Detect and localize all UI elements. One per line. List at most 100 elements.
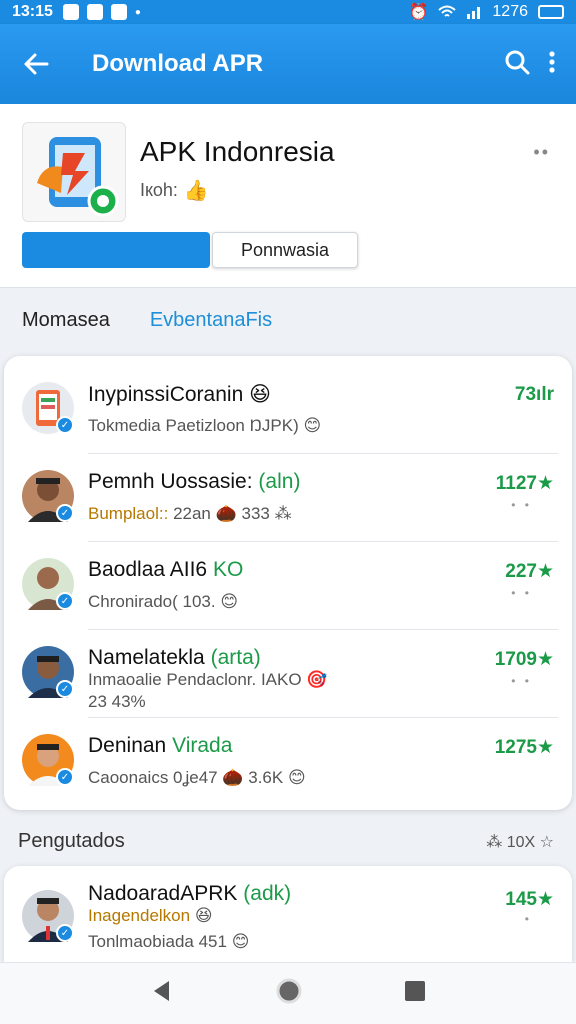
app-header: APK Indonresia Iкoh: 👍 •• Ponnwasia: [0, 104, 576, 288]
list-item-sub-text: Caoonaics 0ʝe47: [88, 768, 218, 787]
list-item-sub-extra: 22an: [173, 504, 211, 523]
verified-badge-icon: ✓: [56, 680, 74, 698]
more-dots-icon[interactable]: •: [525, 912, 532, 926]
list-item-tag: Virada: [172, 734, 233, 757]
list-item-sub: Inmaoalie Pendaclonr. IAKO 🎯: [88, 670, 327, 690]
list-item-sub-text: Tokmedia Paetizloon ŊJPK): [88, 416, 299, 435]
status-bar: 13:15 ● ⏰ 1276: [0, 0, 576, 24]
list-item[interactable]: ✓ NadoaradAPRK (adk) Inagendelkon 😆 Tonl…: [4, 874, 572, 962]
emoji-icon: 😊: [303, 416, 322, 435]
list-item-tag: (adk): [243, 882, 292, 905]
list-item[interactable]: ✓ Deninan Virada Caoonaics 0ʝe47 🌰 3.6K …: [4, 718, 572, 806]
list-item-sub-extra: 103.: [182, 592, 216, 611]
list-item-sub: Bumplaol:: 22an 🌰 333 ⁂: [88, 504, 292, 524]
list-card: ✓ InypinssiCoranin 😆 Tokmedia Paetizloon…: [4, 356, 572, 810]
circle-home-icon: [276, 978, 302, 1004]
list-item-name-text: Deninan: [88, 734, 167, 757]
list-item-name-text: Baodlaa AII6: [88, 558, 208, 581]
app-subtitle-text: Iкoh:: [140, 180, 178, 200]
list-item[interactable]: ✓ Pemnh Uossasie: (aln) Bumplaol:: 22an …: [4, 454, 572, 542]
alarm-icon: ⏰: [408, 4, 429, 21]
verified-badge-icon: ✓: [56, 768, 74, 786]
tab-second[interactable]: EvbentanaFis: [110, 309, 272, 332]
list-item-name: InypinssiCoranin 😆: [88, 382, 271, 407]
more-vertical-icon: [549, 50, 555, 73]
nav-recents-button[interactable]: [404, 980, 426, 1007]
list-item-sub-text: Tonlmaobiada: [88, 932, 194, 951]
tab-bar: Momasea EvbentanaFis: [0, 292, 576, 348]
list-item-line2-text: Inagendelkon: [88, 906, 191, 925]
list-item[interactable]: ✓ InypinssiCoranin 😆 Tokmedia Paetizloon…: [4, 366, 572, 454]
list-item-name: Pemnh Uossasie: (aln): [88, 470, 300, 494]
more-notifications-icon: ●: [134, 6, 141, 18]
list-item[interactable]: ✓ Namelatekla (arta) Inmaoalie Pendaclon…: [4, 630, 572, 718]
list-item-sub-extra: 23 43%: [88, 692, 146, 712]
section-meta[interactable]: ⁂ 10X ☆: [486, 832, 554, 852]
emoji-icon: 😊: [231, 932, 250, 951]
list-item-name: Namelatekla (arta): [88, 646, 261, 670]
photo-notification-icon: [62, 4, 79, 20]
list-item-sub: Caoonaics 0ʝe47 🌰 3.6K 😊: [88, 768, 306, 788]
tab-first[interactable]: Momasea: [0, 309, 110, 332]
list-item-rating: 1127★: [495, 473, 554, 494]
list-item-name-text: InypinssiCoranin: [88, 383, 244, 406]
list-item-sub: Tokmedia Paetizloon ŊJPK) 😊: [88, 416, 321, 436]
square-recents-icon: [404, 981, 425, 1001]
header-more-icon[interactable]: ••: [533, 142, 550, 163]
list-item-sub-extra: 451: [198, 932, 227, 951]
list-item-rating: 145★: [505, 889, 554, 910]
search-icon: [505, 50, 530, 74]
app-logo: [22, 122, 126, 222]
list-item-sub: Tonlmaobiada 451 😊: [88, 932, 249, 952]
emoji-icon: 🌰 3.6K 😊: [222, 768, 306, 787]
list-item-name: Baodlaa AII6 KO: [88, 558, 243, 582]
back-button[interactable]: [0, 24, 72, 104]
status-time: 13:15: [12, 3, 53, 20]
system-nav-bar: [0, 962, 576, 1024]
verified-badge-icon: ✓: [56, 592, 74, 610]
list-item[interactable]: ✓ Baodlaa AII6 KO Chronirado( 103. 😊 227…: [4, 542, 572, 630]
messenger-notification-icon: [86, 4, 103, 20]
search-button[interactable]: [504, 49, 530, 80]
list-item-line2: Inagendelkon 😆: [88, 906, 213, 926]
nav-home-button[interactable]: [275, 977, 303, 1010]
more-dots-icon[interactable]: • •: [511, 498, 532, 512]
verified-badge-icon: ✓: [56, 416, 74, 434]
nav-back-button[interactable]: [150, 979, 174, 1008]
wifi-icon: [438, 5, 457, 17]
list-item-name-text: Namelatekla: [88, 646, 205, 669]
verified-badge-icon: ✓: [56, 924, 74, 942]
secondary-button[interactable]: Ponnwasia: [212, 232, 358, 268]
list-item-name-text: Pemnh Uossasie:: [88, 470, 253, 493]
secondary-button-label: Ponnwasia: [240, 239, 330, 260]
download-button[interactable]: [22, 232, 210, 268]
list-item-name-text: NadoaradAPRK: [88, 882, 238, 905]
emoji-icon: 😆: [249, 383, 271, 406]
emoji-icon: 🌰 333 ⁂: [215, 504, 292, 523]
triangle-back-icon: [154, 981, 170, 1001]
more-dots-icon[interactable]: • •: [511, 674, 532, 688]
verified-badge-icon: ✓: [56, 504, 74, 522]
list-item-rating: 73ılr: [514, 384, 554, 405]
signal-icon: [467, 7, 481, 19]
battery-icon: [538, 5, 564, 19]
list-item-tag: (arta): [210, 646, 261, 669]
list-item-sub-text: Chronirado(: [88, 592, 178, 611]
app-bar-title: Download APR: [92, 50, 264, 77]
list-item-sub: Chronirado( 103. 😊: [88, 592, 238, 612]
more-dots-icon[interactable]: • •: [511, 586, 532, 600]
list-item-sub-text: Bumplaol::: [88, 504, 169, 523]
list-item-tag: KO: [212, 558, 244, 581]
app-logo-icon: [37, 137, 119, 217]
list-item-tag: (aln): [258, 470, 301, 493]
emoji-icon: 😆: [194, 906, 213, 925]
thumbs-up-icon: 👍: [183, 180, 209, 202]
list-item-rating: 1275★: [494, 737, 554, 758]
flash-notification-icon: [110, 4, 127, 20]
list-item-rating: 227★: [505, 561, 554, 582]
app-bar: Download APR: [0, 24, 576, 104]
list-item-name: Deninan Virada: [88, 734, 232, 758]
overflow-menu-button[interactable]: [548, 50, 556, 79]
section-title: Pengutados: [18, 830, 125, 852]
emoji-icon: 😊: [220, 592, 239, 611]
